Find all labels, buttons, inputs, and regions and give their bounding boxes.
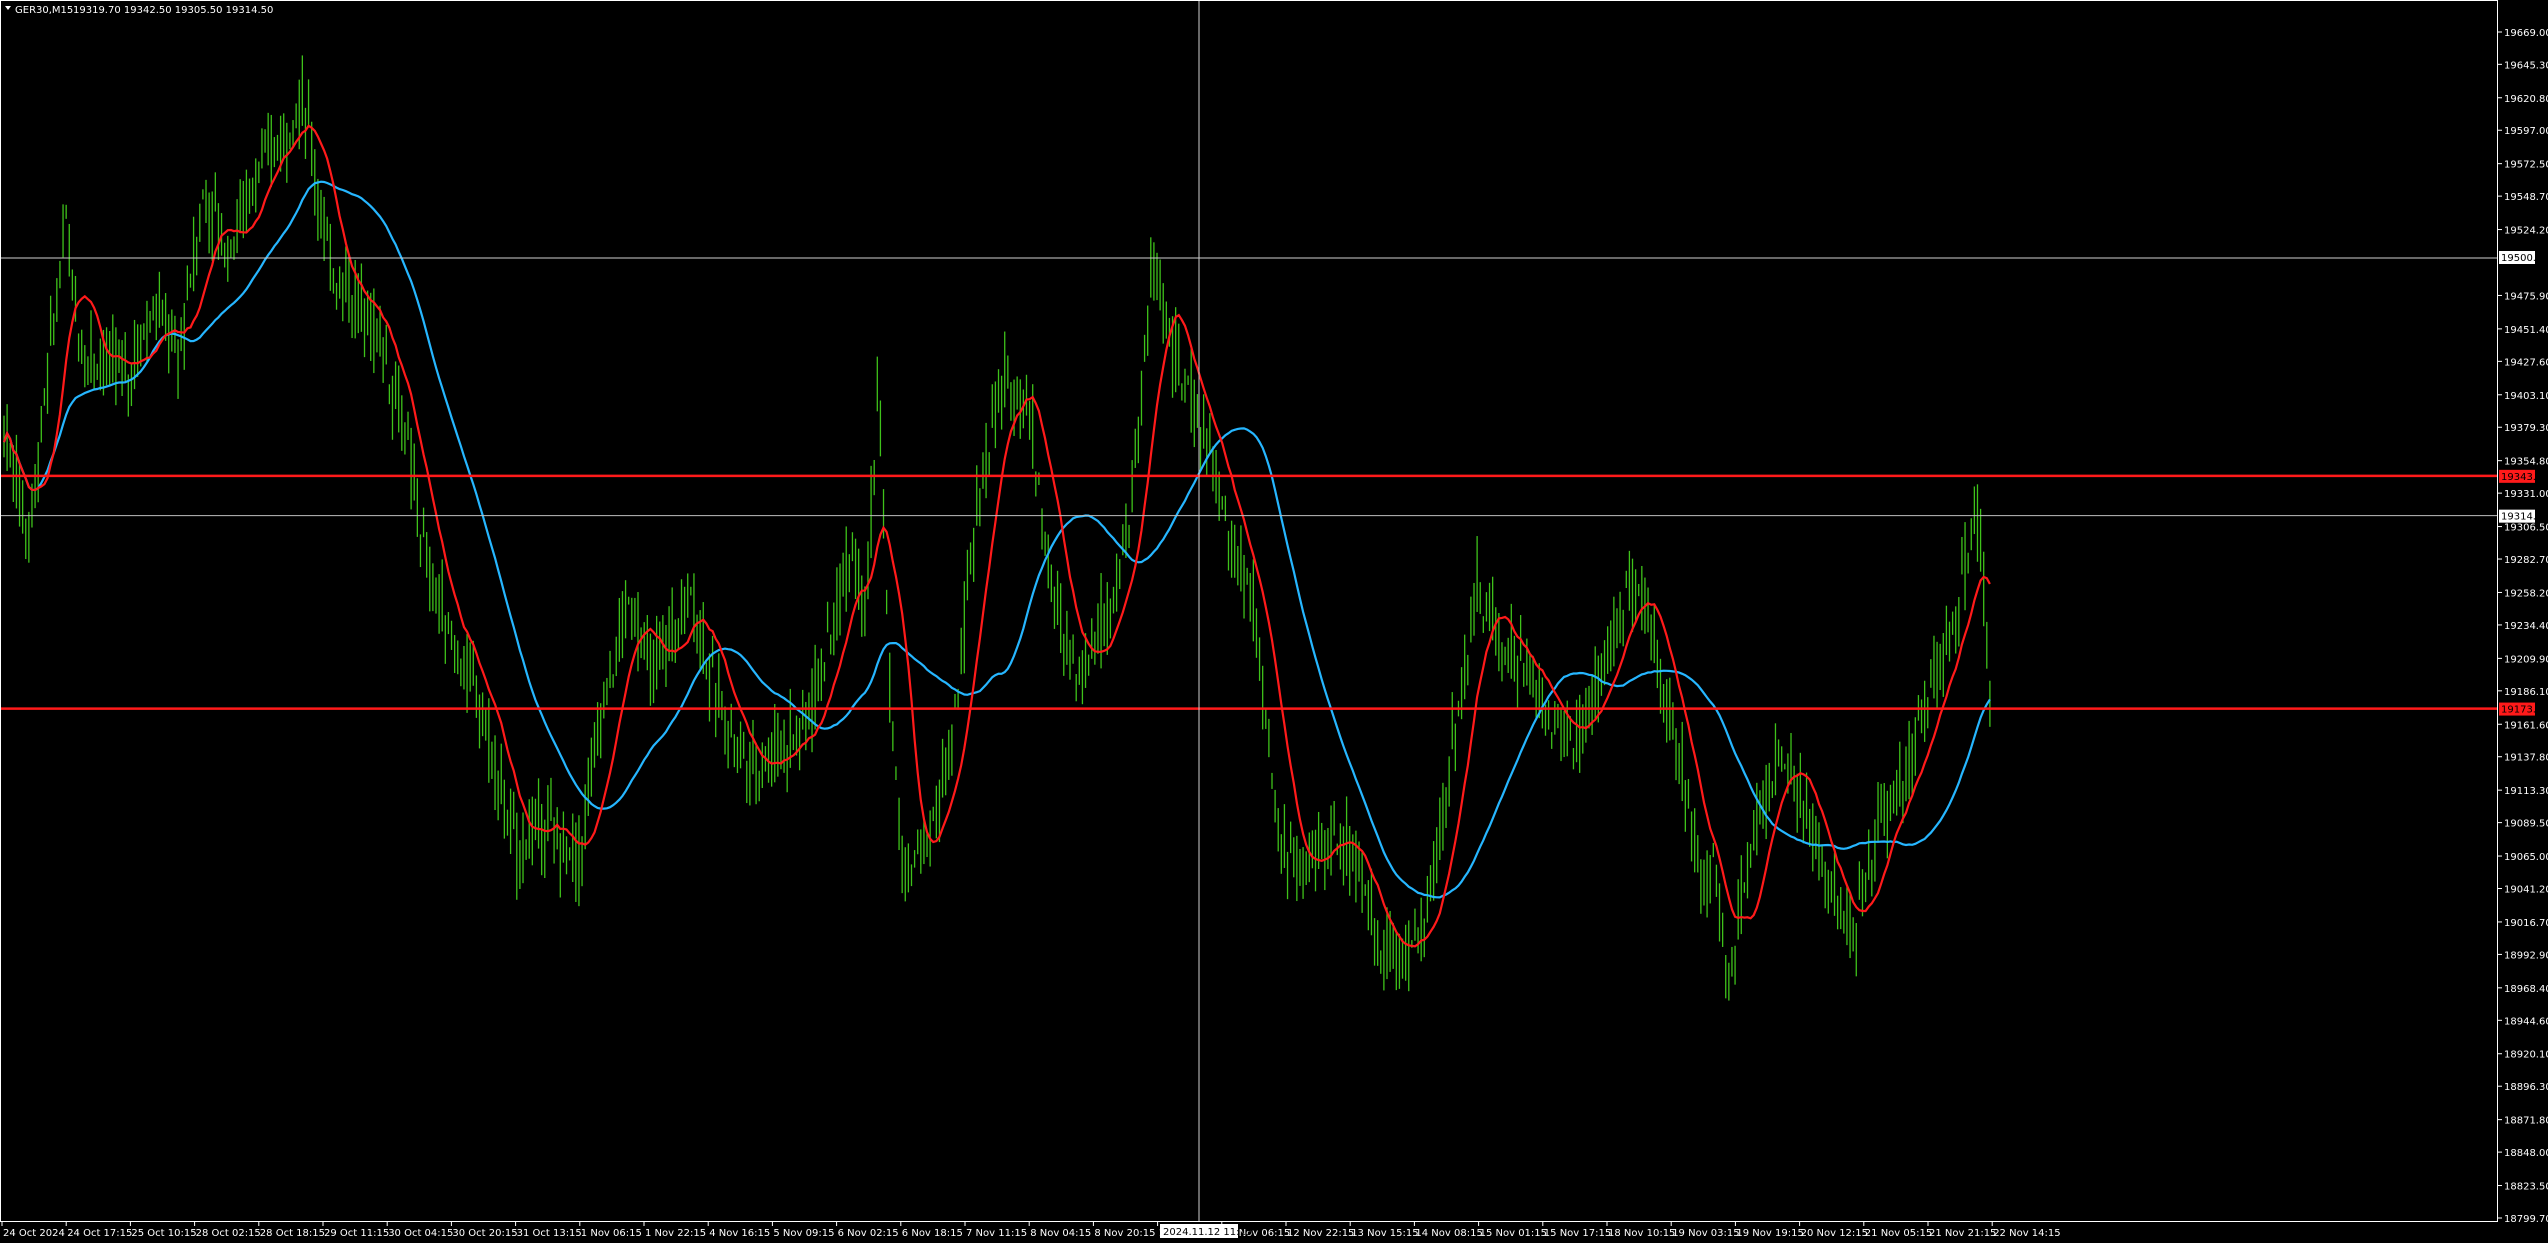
crosshair-price-tag: 19500.61	[2499, 251, 2548, 264]
time-tick-label: 15 Nov 01:15	[1480, 1228, 1547, 1239]
price-tick-label: 19161.60	[2504, 720, 2548, 731]
price-tick-label: 19524.20	[2504, 226, 2548, 237]
ohlc-label: 19319.70 19342.50 19305.50 19314.50	[73, 5, 273, 16]
crosshair-time-tag: 2024.11.12 11:15	[1160, 1224, 1252, 1238]
chart-header: GER30,M15 19319.70 19342.50 19305.50 193…	[5, 5, 273, 16]
time-tick-label: 28 Oct 02:15	[196, 1228, 261, 1239]
price-tick-label: 19427.60	[2504, 357, 2548, 368]
chart-canvas[interactable]: GER30,M15 19319.70 19342.50 19305.50 193…	[0, 0, 2548, 1243]
time-tick-label: 21 Nov 05:15	[1865, 1228, 1932, 1239]
price-tick-label: 19597.00	[2504, 126, 2548, 137]
price-tick-label: 19451.40	[2504, 325, 2548, 336]
price-tick-label: 19306.50	[2504, 523, 2548, 534]
time-tick-label: 13 Nov 15:15	[1351, 1228, 1418, 1239]
time-tick-label: 19 Nov 19:15	[1736, 1228, 1803, 1239]
price-tick-label: 18920.10	[2504, 1050, 2548, 1061]
price-tick-label: 18871.80	[2504, 1116, 2548, 1127]
plot-area	[0, 0, 2498, 1222]
price-tick-label: 19669.00	[2504, 28, 2548, 39]
time-tick-label: 5 Nov 09:15	[773, 1228, 834, 1239]
time-tick-label: 14 Nov 08:15	[1415, 1228, 1482, 1239]
price-tick-label: 18896.30	[2504, 1082, 2548, 1093]
price-tick-label: 19234.40	[2504, 621, 2548, 632]
time-tick-label: 24 Oct 17:15	[67, 1228, 132, 1239]
svg-text:19173.10: 19173.10	[2501, 705, 2548, 716]
resistance-price-tag: 19343.68	[2499, 469, 2548, 483]
price-tick-label: 18968.40	[2504, 984, 2548, 995]
price-tick-label: 19089.50	[2504, 819, 2548, 830]
time-axis[interactable]: 24 Oct 2024 24 Oct 17:1525 Oct 10:1528 Oc…	[1, 1222, 2061, 1239]
symbol-label: GER30,M15	[15, 5, 73, 16]
price-tick-label: 19282.70	[2504, 555, 2548, 566]
time-tick-label: 29 Oct 11:15	[324, 1228, 389, 1239]
time-tick-label: 30 Oct 20:15	[452, 1228, 517, 1239]
price-axis[interactable]: 19669.00 19645.30 19620.80 19597.00 19572.50…	[2498, 28, 2548, 1225]
svg-text:19343.68: 19343.68	[2501, 472, 2548, 483]
time-tick-label: 8 Nov 20:15	[1094, 1228, 1155, 1239]
price-tick-label: 19379.30	[2504, 423, 2548, 434]
price-tick-label: 19016.70	[2504, 918, 2548, 929]
current-price-tag: 19314.50	[2499, 509, 2548, 523]
time-tick-label: 21 Nov 21:15	[1929, 1228, 1996, 1239]
price-tick-label: 19403.10	[2504, 391, 2548, 402]
time-tick-label: 31 Oct 13:15	[517, 1228, 582, 1239]
price-tick-label: 19209.90	[2504, 654, 2548, 665]
time-tick-label: 12 Nov 22:15	[1287, 1228, 1354, 1239]
time-tick-label: 25 Oct 10:15	[131, 1228, 196, 1239]
time-tick-label: 1 Nov 22:15	[645, 1228, 706, 1239]
time-tick-label: 4 Nov 16:15	[709, 1228, 770, 1239]
price-tick-label: 19186.10	[2504, 687, 2548, 698]
svg-text:2024.11.12 11:15: 2024.11.12 11:15	[1163, 1227, 1252, 1238]
price-tick-label: 19354.80	[2504, 457, 2548, 468]
price-tick-label: 18799.70	[2504, 1214, 2548, 1225]
time-tick-label: 22 Nov 14:15	[1993, 1228, 2060, 1239]
svg-text:19500.61: 19500.61	[2501, 253, 2548, 264]
time-tick-label: 1 Nov 06:15	[581, 1228, 642, 1239]
price-tick-label: 19331.00	[2504, 489, 2548, 500]
time-tick-label: 20 Nov 12:15	[1801, 1228, 1868, 1239]
time-tick-label: 18 Nov 10:15	[1608, 1228, 1675, 1239]
price-tick-label: 19645.30	[2504, 60, 2548, 71]
time-tick-label: 24 Oct 2024	[3, 1228, 65, 1239]
price-tick-label: 19475.90	[2504, 291, 2548, 302]
price-tick-label: 19548.70	[2504, 192, 2548, 203]
price-tick-label: 19041.20	[2504, 885, 2548, 896]
price-tick-label: 19137.80	[2504, 753, 2548, 764]
price-tick-label: 18848.00	[2504, 1148, 2548, 1159]
time-tick-label: 30 Oct 04:15	[388, 1228, 453, 1239]
time-tick-label: 28 Oct 18:15	[260, 1228, 325, 1239]
time-tick-label: 6 Nov 02:15	[838, 1228, 899, 1239]
price-tick-label: 18992.90	[2504, 950, 2548, 961]
time-tick-label: 6 Nov 18:15	[902, 1228, 963, 1239]
time-tick-label: 19 Nov 03:15	[1672, 1228, 1739, 1239]
price-tick-label: 19572.50	[2504, 160, 2548, 171]
time-tick-label: 15 Nov 17:15	[1544, 1228, 1611, 1239]
price-tick-label: 19065.00	[2504, 852, 2548, 863]
price-tick-label: 18944.60	[2504, 1016, 2548, 1027]
time-tick-label: 7 Nov 11:15	[966, 1228, 1027, 1239]
price-tick-label: 19620.80	[2504, 94, 2548, 105]
price-tick-label: 19113.30	[2504, 786, 2548, 797]
svg-text:19314.50: 19314.50	[2501, 512, 2548, 523]
time-tick-label: 8 Nov 04:15	[1030, 1228, 1091, 1239]
price-tick-label: 19258.20	[2504, 588, 2548, 599]
support-price-tag: 19173.10	[2499, 702, 2548, 716]
price-tick-label: 18823.50	[2504, 1182, 2548, 1193]
